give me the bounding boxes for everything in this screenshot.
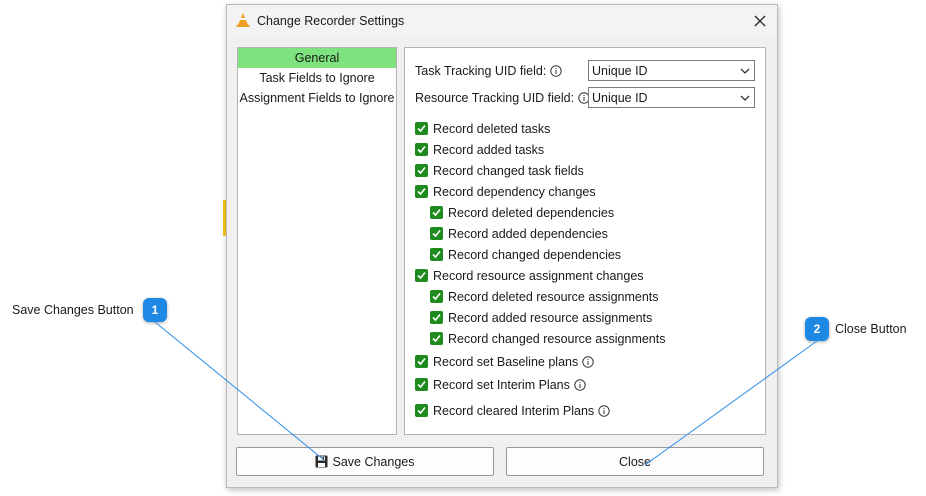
checkbox-row[interactable]: Record added resource assignments (430, 307, 652, 328)
title-bar: Change Recorder Settings (227, 5, 777, 37)
checkbox-label: Record changed dependencies (448, 247, 622, 262)
checkbox-row[interactable]: Record cleared Interim Plans (415, 400, 610, 421)
nav-item-task-fields-to-ignore[interactable]: Task Fields to Ignore (238, 68, 396, 88)
task-uid-select-value: Unique ID (592, 63, 648, 78)
dialog-title: Change Recorder Settings (257, 14, 405, 28)
checkbox-row[interactable]: Record changed dependencies (430, 244, 621, 265)
checkbox-row[interactable]: Record deleted tasks (415, 118, 550, 139)
checkbox-row[interactable]: Record set Baseline plans (415, 351, 594, 372)
checkbox-label: Record added tasks (433, 142, 545, 157)
settings-nav: General Task Fields to Ignore Assignment… (237, 47, 397, 435)
checkbox-row[interactable]: Record deleted dependencies (430, 202, 614, 223)
checkbox-label: Record set Interim Plans (433, 377, 570, 392)
checkbox-checked-icon[interactable] (430, 311, 443, 324)
general-settings-panel: Task Tracking UID field: Unique ID Resou… (404, 47, 766, 435)
checkbox-checked-icon[interactable] (430, 248, 443, 261)
checkbox-label: Record deleted tasks (433, 121, 551, 136)
resource-uid-row: Resource Tracking UID field: (415, 87, 590, 109)
chevron-down-icon (740, 95, 750, 101)
title-close-icon[interactable] (743, 5, 777, 37)
checkbox-checked-icon[interactable] (430, 206, 443, 219)
resource-uid-select-value: Unique ID (592, 90, 648, 105)
app-cone-icon (235, 12, 251, 28)
checkbox-checked-icon[interactable] (430, 290, 443, 303)
checkbox-checked-icon[interactable] (415, 269, 428, 282)
info-icon[interactable] (582, 355, 594, 368)
save-changes-button[interactable]: Save Changes (236, 447, 494, 476)
callout-1-label: Save Changes Button (12, 303, 134, 317)
checkbox-row[interactable]: Record deleted resource assignments (430, 286, 659, 307)
checkbox-row[interactable]: Record resource assignment changes (415, 265, 644, 286)
chevron-down-icon (740, 68, 750, 74)
save-changes-label: Save Changes (332, 454, 415, 469)
checkbox-label: Record set Baseline plans (433, 354, 579, 369)
checkbox-checked-icon[interactable] (415, 404, 428, 417)
checkbox-row[interactable]: Record changed task fields (415, 160, 584, 181)
info-icon[interactable] (574, 378, 586, 391)
nav-item-assignment-fields-to-ignore[interactable]: Assignment Fields to Ignore (238, 88, 396, 108)
task-uid-label: Task Tracking UID field: (415, 64, 547, 78)
task-uid-row: Task Tracking UID field: (415, 60, 562, 82)
checkbox-row[interactable]: Record added tasks (415, 139, 544, 160)
checkbox-label: Record dependency changes (433, 184, 596, 199)
checkbox-checked-icon[interactable] (415, 378, 428, 391)
floppy-disk-icon (315, 455, 328, 468)
checkbox-label: Record resource assignment changes (433, 268, 644, 283)
checkbox-label: Record changed resource assignments (448, 331, 666, 346)
checkbox-checked-icon[interactable] (430, 227, 443, 240)
checkbox-row[interactable]: Record added dependencies (430, 223, 608, 244)
checkbox-checked-icon[interactable] (415, 164, 428, 177)
info-icon[interactable] (598, 404, 610, 417)
resource-uid-label: Resource Tracking UID field: (415, 91, 575, 105)
checkbox-row[interactable]: Record dependency changes (415, 181, 596, 202)
checkbox-label: Record deleted resource assignments (448, 289, 659, 304)
checkbox-checked-icon[interactable] (415, 143, 428, 156)
checkbox-checked-icon[interactable] (415, 122, 428, 135)
close-button-label: Close (619, 454, 651, 469)
task-uid-select[interactable]: Unique ID (588, 60, 755, 81)
checkbox-label: Record added dependencies (448, 226, 608, 241)
checkbox-label: Record added resource assignments (448, 310, 653, 325)
checkbox-label: Record cleared Interim Plans (433, 403, 595, 418)
checkbox-checked-icon[interactable] (415, 355, 428, 368)
info-icon[interactable] (550, 65, 562, 77)
settings-dialog: Change Recorder Settings General Task Fi… (226, 4, 778, 488)
checkbox-row[interactable]: Record changed resource assignments (430, 328, 665, 349)
callout-2-label: Close Button (835, 322, 907, 336)
checkbox-row[interactable]: Record set Interim Plans (415, 374, 586, 395)
resource-uid-select[interactable]: Unique ID (588, 87, 755, 108)
checkbox-label: Record deleted dependencies (448, 205, 615, 220)
checkbox-checked-icon[interactable] (430, 332, 443, 345)
nav-item-general[interactable]: General (238, 48, 396, 68)
callout-1-badge: 1 (143, 298, 167, 322)
close-button[interactable]: Close (506, 447, 764, 476)
checkbox-label: Record changed task fields (433, 163, 584, 178)
checkbox-checked-icon[interactable] (415, 185, 428, 198)
callout-2-badge: 2 (805, 317, 829, 341)
